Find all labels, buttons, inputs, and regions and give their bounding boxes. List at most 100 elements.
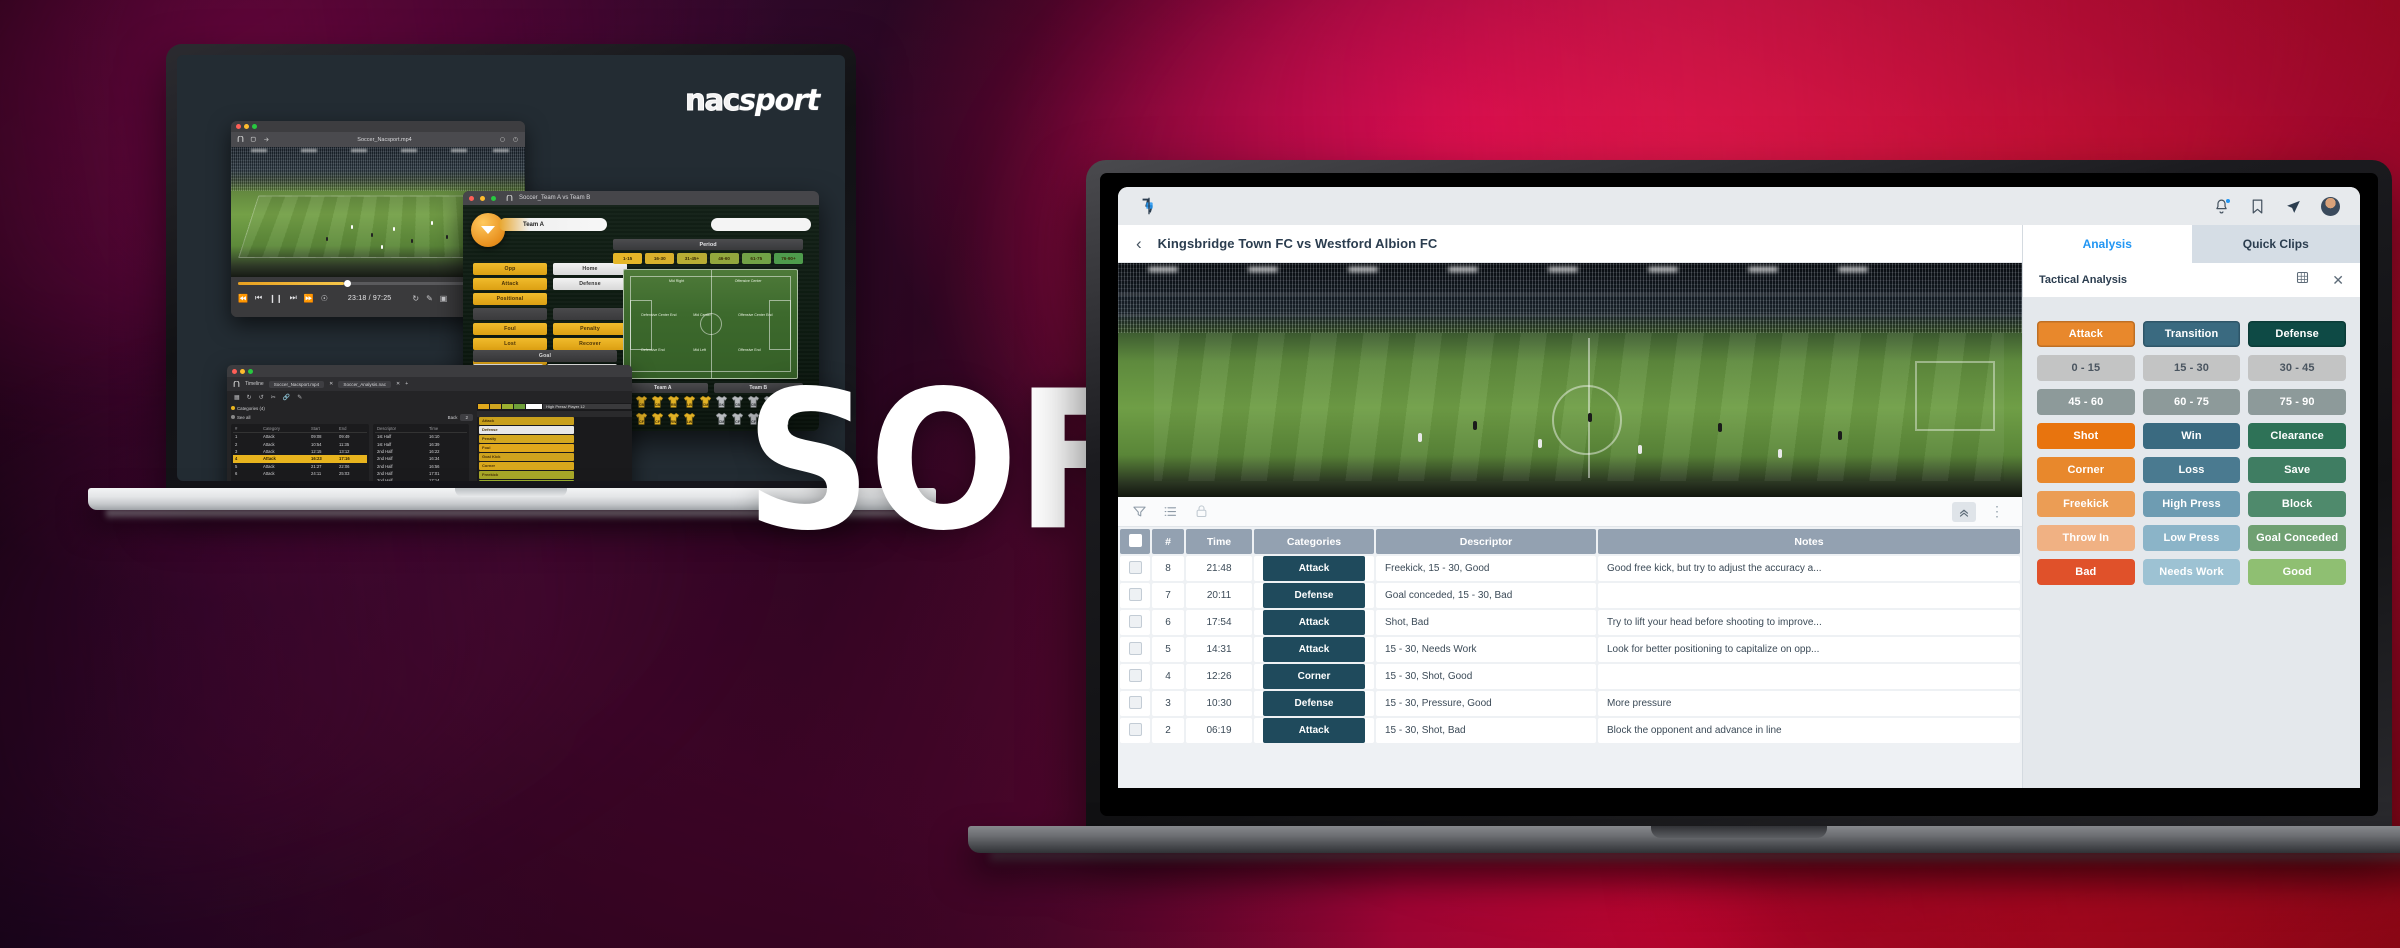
table-row[interactable]: 8 21:48 Attack Freekick, 15 - 30, Good Good … [1120, 556, 2020, 581]
timeline-file-select[interactable]: Soccer_Nacsport.mp4 [268, 380, 325, 388]
timeline-row-2[interactable]: 2nd Half 17:01 [375, 470, 467, 477]
bookmark-icon[interactable] [2249, 198, 2266, 215]
tag-button-defense[interactable]: Defense [553, 278, 627, 290]
row-category-cell[interactable]: Defense [1254, 691, 1374, 716]
jersey-cb-2[interactable]: CB [651, 395, 664, 409]
maximize-icon[interactable] [491, 195, 496, 201]
jersey-cm-6[interactable]: CM [715, 412, 728, 426]
link-icon[interactable]: 🔗 [283, 394, 290, 401]
panel-tabs[interactable]: Analysis Quick Clips [2023, 225, 2360, 263]
timeline-category-rows[interactable]: Attack Defense Penalty Foul Goal Kick Corner F… [477, 403, 632, 481]
timeline-row-2[interactable]: 2nd Half 16:56 [375, 463, 467, 470]
category-badge[interactable]: Defense [1263, 691, 1365, 716]
minimize-icon[interactable] [480, 195, 485, 201]
row-checkbox[interactable] [1120, 610, 1150, 635]
timeline-category-low-press[interactable]: Low Press [479, 479, 574, 481]
row-category-cell[interactable]: Defense [1254, 583, 1374, 608]
maximize-icon[interactable] [248, 368, 253, 374]
grid-icon[interactable]: ▦ [234, 394, 240, 401]
tactical-button-high-press[interactable]: High Press [2142, 491, 2241, 517]
pitch-zone-def-center-end[interactable]: Defensive Center End [641, 313, 676, 317]
table-row[interactable]: 4 12:26 Corner 15 - 30, Shot, Good [1120, 664, 2020, 689]
table-row[interactable]: 2 06:19 Attack 15 - 30, Shot, Bad Block the … [1120, 718, 2020, 743]
timeline-window[interactable]: Timeline Soccer_Nacsport.mp4 ✕ Soccer_An… [227, 365, 632, 481]
tactical-button-save[interactable]: Save [2248, 457, 2346, 483]
timeline-category-corner[interactable]: Corner [479, 461, 574, 470]
category-badge[interactable]: Attack [1263, 556, 1365, 581]
timeline-legend-seeall[interactable]: See all Back 2 [231, 414, 473, 421]
tactical-button-60-75[interactable]: 60 - 75 [2142, 389, 2241, 415]
row-category-cell[interactable]: Attack [1254, 610, 1374, 635]
match-video[interactable] [1118, 263, 2022, 497]
tag-button-lost[interactable]: Lost [473, 338, 547, 350]
tactical-button-goal-conceded[interactable]: Goal Conceded [2248, 525, 2346, 551]
jersey-cm-5[interactable]: CM [699, 395, 712, 409]
filter-icon[interactable] [1132, 504, 1147, 519]
timeline-category-goal-kick[interactable]: Goal Kick [479, 452, 574, 461]
pitch-zone-off-center[interactable]: Offensive Center [735, 279, 762, 283]
video-toolbar-icons[interactable] [237, 136, 270, 143]
jersey-gk-0[interactable]: GK [715, 395, 728, 409]
jersey-lw-10[interactable]: LW [683, 412, 696, 426]
category-badge[interactable]: Attack [1263, 718, 1365, 743]
timeline-row-2[interactable]: 2nd Half 16:22 [375, 448, 467, 455]
row-category-cell[interactable]: Attack [1254, 556, 1374, 581]
more-vertical-icon[interactable]: ⋮ [1986, 504, 2008, 518]
tab-quick-clips[interactable]: Quick Clips [2191, 225, 2360, 263]
list-icon[interactable] [1163, 504, 1178, 519]
tactical-button-attack[interactable]: Attack [2037, 321, 2135, 347]
period-button-46-60[interactable]: 46-60 [709, 253, 739, 264]
tab-analysis[interactable]: Analysis [2023, 225, 2192, 263]
period-button-1-15[interactable]: 1-15 [613, 253, 643, 264]
bell-icon[interactable] [2213, 197, 2231, 215]
timeline-project-select[interactable]: Soccer_Analysis.nac [338, 380, 392, 388]
row-checkbox[interactable] [1120, 583, 1150, 608]
table-row[interactable]: 5 14:31 Attack 15 - 30, Needs Work Look for… [1120, 637, 2020, 662]
tactical-button-clearance[interactable]: Clearance [2248, 423, 2346, 449]
rewind-icon[interactable]: ⏪ [238, 294, 248, 303]
avatar[interactable] [2321, 196, 2340, 216]
table-header-notes[interactable]: Notes [1598, 529, 2020, 554]
table-toolbar[interactable]: ⋮ [1118, 497, 2022, 527]
row-checkbox[interactable] [1120, 718, 1150, 743]
timeline-category-foul[interactable]: Foul [479, 443, 574, 452]
category-badge[interactable]: Attack [1263, 610, 1365, 635]
jersey-rb-3[interactable]: RB [667, 395, 680, 409]
timeline-table-descriptors[interactable]: Descriptor Time 1st Half 16:10 1st Half 16:39… [373, 424, 469, 481]
table-header-checkbox[interactable] [1120, 529, 1150, 554]
timeline-table-categories[interactable]: # Category Start End 1 Attack 09:08 09:49 2 Attac… [231, 424, 369, 481]
table-header-time[interactable]: Time [1186, 529, 1252, 554]
tag-button-home[interactable]: Home [553, 263, 627, 275]
category-badge[interactable]: Defense [1263, 583, 1365, 608]
timeline-row[interactable]: 4 Attack 16:23 17:16 [233, 455, 367, 463]
tactical-button-30-45[interactable]: 30 - 45 [2248, 355, 2346, 381]
step-back-icon[interactable]: ⏮ [255, 293, 262, 303]
tag-column-right[interactable]: Home Defense Penalty Recover [553, 263, 627, 350]
pause-icon[interactable]: ❙❙ [269, 294, 282, 303]
period-button-31-45[interactable]: 31-45+ [677, 253, 707, 264]
timeline-row[interactable]: 2 Attack 10:54 11:35 [233, 440, 367, 447]
jersey-cf-7[interactable]: CF [731, 412, 744, 426]
video-progress-knob[interactable] [344, 280, 352, 287]
tactical-button-win[interactable]: Win [2142, 423, 2241, 449]
chevron-left-icon[interactable]: ‹ [1136, 235, 1142, 252]
timeline-category-penalty[interactable]: Penalty [479, 434, 574, 443]
jersey-cb-1[interactable]: CB [635, 395, 648, 409]
timeline-toolbar[interactable]: ▦ ↻ ↺ ✂ 🔗 ✎ [227, 391, 632, 403]
tactical-button-15-30[interactable]: 15 - 30 [2142, 355, 2241, 381]
row-checkbox[interactable] [1120, 637, 1150, 662]
team-a-jerseys[interactable]: GKCBCBRBLBCMCMCFCFRWLW [619, 395, 714, 426]
timeline-project-close-icon[interactable]: ✕ [396, 381, 400, 387]
timeline-color-swatches[interactable]: High Press/ Player 12 [477, 403, 632, 410]
step-forward-icon[interactable]: ⏭ [290, 293, 297, 303]
timeline-row-2[interactable]: 1st Half 16:10 [375, 433, 467, 440]
pitch-zone-mid-center[interactable]: Mid Center [693, 313, 711, 317]
timeline-legend[interactable]: Categories (4) [231, 406, 473, 411]
table-row[interactable]: 7 20:11 Defense Goal conceded, 15 - 30, Bad [1120, 583, 2020, 608]
image-icon[interactable]: ▣ [440, 294, 448, 303]
jersey-cb-1[interactable]: CB [731, 395, 744, 409]
tactical-button-block[interactable]: Block [2248, 491, 2346, 517]
panel-header-icons[interactable]: ✕ [2295, 270, 2344, 290]
clips-table[interactable]: # Time Categories Descriptor Notes 8 21:4… [1118, 527, 2022, 745]
timeline-category-attack[interactable]: Attack [479, 417, 574, 425]
